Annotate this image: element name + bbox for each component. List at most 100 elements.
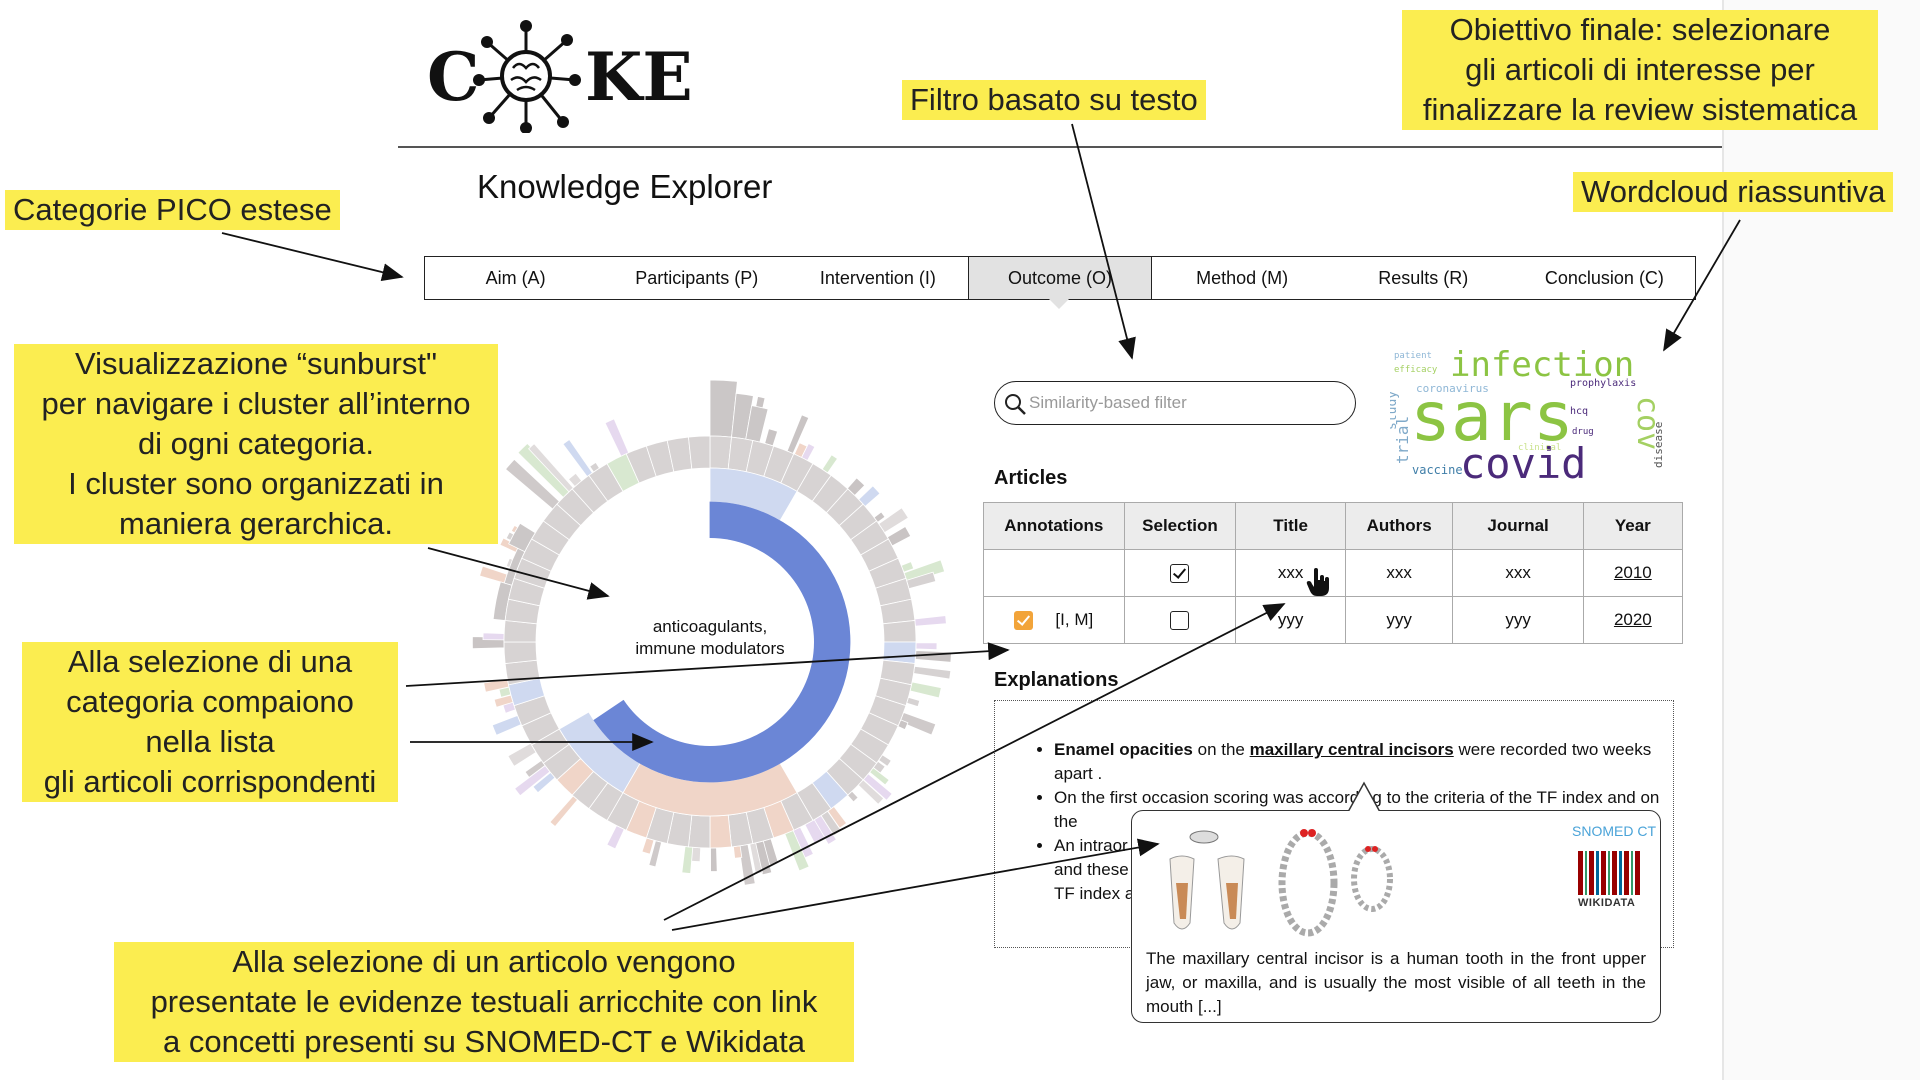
sunburst-outer-segment[interactable]: [606, 825, 625, 850]
col-year[interactable]: Year: [1582, 502, 1684, 550]
callout-sunburst-line: I cluster sono organizzati in: [68, 466, 444, 501]
tab-aim[interactable]: Aim (A): [425, 257, 606, 299]
dental-arch-icon: [1278, 829, 1393, 937]
col-annotations[interactable]: Annotations: [983, 502, 1125, 550]
tab-participants[interactable]: Participants (P): [606, 257, 787, 299]
evidence-text: on the: [1192, 740, 1250, 759]
word-hcq: hcq: [1570, 406, 1588, 417]
row-authors: xxx: [1344, 549, 1454, 597]
annotation-tags: [I, M]: [1055, 609, 1094, 629]
callout-pico: Categorie PICO estese: [5, 190, 340, 230]
row-title[interactable]: xxx: [1235, 549, 1346, 597]
callout-sunburst-line: di ogni categoria.: [137, 426, 375, 461]
wikidata-link[interactable]: WIKIDATA: [1578, 897, 1635, 909]
snomed-ct-link[interactable]: SNOMED CT: [1572, 823, 1656, 839]
callout-article-line: presentate le evidenze testuali arricchi…: [150, 984, 818, 1019]
callout-sunburst-line: Visualizzazione “sunburst": [75, 346, 437, 381]
callout-article: Alla selezione di un articolo vengono pr…: [114, 942, 854, 1062]
annotation-check-icon: [1014, 611, 1034, 630]
table-row[interactable]: xxx xxx xxx 2010: [983, 549, 1684, 597]
tab-results[interactable]: Results (R): [1333, 257, 1514, 299]
callout-sunburst-line: per navigare i cluster all’interno: [41, 386, 471, 421]
sunburst-ring3-segment[interactable]: [882, 641, 917, 664]
sunburst-outer-segment[interactable]: [641, 837, 655, 855]
callout-goal-line: finalizzare la review sistematica: [1422, 92, 1858, 127]
row-year-link[interactable]: 2010: [1582, 549, 1684, 597]
popup-pointer: [1347, 781, 1381, 813]
sunburst-outer-segment[interactable]: [914, 650, 952, 663]
tab-conclusion[interactable]: Conclusion (C): [1514, 257, 1695, 299]
sunburst-outer-segment[interactable]: [604, 418, 630, 457]
selection-checkbox[interactable]: [1170, 611, 1190, 630]
sunburst-ring3-segment[interactable]: [503, 620, 538, 643]
coke-logo: C KE: [427, 18, 707, 133]
tab-method[interactable]: Method (M): [1152, 257, 1333, 299]
callout-category-line: nella lista: [145, 724, 275, 759]
header-divider: [398, 146, 1722, 148]
col-journal[interactable]: Journal: [1452, 502, 1584, 550]
concept-link[interactable]: maxillary central incisors: [1250, 740, 1454, 759]
sunburst-outer-segment[interactable]: [914, 615, 947, 627]
articles-heading: Articles: [994, 467, 1068, 489]
col-selection[interactable]: Selection: [1123, 502, 1237, 550]
sunburst-outer-segment[interactable]: [710, 847, 718, 872]
row-journal: yyy: [1452, 596, 1584, 644]
sunburst-outer-segment[interactable]: [906, 696, 921, 708]
arrow-filter-to-search: [1071, 123, 1136, 360]
sunburst-outer-segment[interactable]: [915, 642, 938, 651]
word-prophylaxis: prophylaxis: [1570, 378, 1636, 389]
sunburst-ring3-segment[interactable]: [882, 620, 917, 643]
row-selection: [1123, 549, 1237, 597]
col-title[interactable]: Title: [1235, 502, 1346, 550]
word-patient: patient: [1394, 351, 1432, 361]
search-input[interactable]: [1029, 390, 1347, 416]
hand-pointer-cursor-icon: [1307, 568, 1330, 596]
sunburst-outer-segment[interactable]: [913, 665, 952, 680]
sunburst-outer-segment[interactable]: [549, 795, 579, 828]
concept-popup-card: SNOMED CT WIKIDATA The maxillary central…: [1131, 781, 1661, 1023]
row-title[interactable]: yyy: [1235, 596, 1346, 644]
sunburst-center-label-2: immune modulators: [635, 639, 784, 658]
word-drug: drug: [1572, 427, 1594, 437]
sunburst-outer-segment[interactable]: [909, 681, 942, 699]
row-year-link[interactable]: 2020: [1582, 596, 1684, 644]
word-efficacy: efficacy: [1394, 365, 1438, 375]
right-margin-strip: [1722, 0, 1920, 1080]
evidence-text: TF index a: [1054, 884, 1135, 903]
sunburst-ring3-segment[interactable]: [688, 814, 711, 849]
similarity-filter-search[interactable]: [994, 381, 1356, 425]
table-row[interactable]: [I, M] yyy yyy yyy 2020: [983, 596, 1684, 644]
sunburst-outer-segment[interactable]: [732, 845, 743, 859]
sunburst-chart[interactable]: anticoagulants, immune modulators: [440, 380, 980, 900]
sunburst-ring3-segment[interactable]: [709, 814, 732, 849]
evidence-text: and these: [1054, 860, 1129, 879]
sunburst-outer-segment[interactable]: [482, 632, 505, 641]
callout-article-line: a concetti presenti su SNOMED-CT e Wikid…: [162, 1024, 806, 1059]
explanations-heading: Explanations: [994, 669, 1119, 691]
tab-intervention[interactable]: Intervention (I): [787, 257, 968, 299]
row-journal: xxx: [1452, 549, 1584, 597]
sunburst-outer-segment[interactable]: [562, 438, 593, 478]
wikidata-logo-icon[interactable]: [1578, 851, 1644, 895]
sunburst-outer-segment[interactable]: [491, 714, 522, 736]
evidence-text: An intraor: [1054, 836, 1128, 855]
word-disease: disease: [1652, 422, 1665, 468]
brain-network-icon: [473, 20, 581, 133]
incisor-tooth-icon: [1169, 830, 1245, 930]
selection-checkbox[interactable]: [1170, 564, 1190, 583]
row-title-text: xxx: [1277, 563, 1304, 582]
callout-sunburst: Visualizzazione “sunburst" per navigare …: [14, 344, 498, 544]
sunburst-outer-segment[interactable]: [764, 428, 779, 447]
callout-sunburst-line: maniera gerarchica.: [119, 506, 393, 541]
sunburst-ring3-segment[interactable]: [688, 435, 711, 470]
sunburst-outer-segment[interactable]: [507, 742, 537, 767]
logo-letters-ke: KE: [585, 38, 693, 116]
sunburst-outer-segment[interactable]: [821, 454, 839, 474]
callout-category: Alla selezione di una categoria compaion…: [22, 642, 398, 802]
sunburst-ring3-segment[interactable]: [503, 641, 538, 664]
row-selection: [1123, 596, 1237, 644]
sunburst-outer-segment[interactable]: [681, 846, 694, 874]
tab-outcome[interactable]: Outcome (O): [968, 257, 1152, 299]
sunburst-ring3-segment[interactable]: [709, 435, 732, 470]
col-authors[interactable]: Authors: [1344, 502, 1454, 550]
